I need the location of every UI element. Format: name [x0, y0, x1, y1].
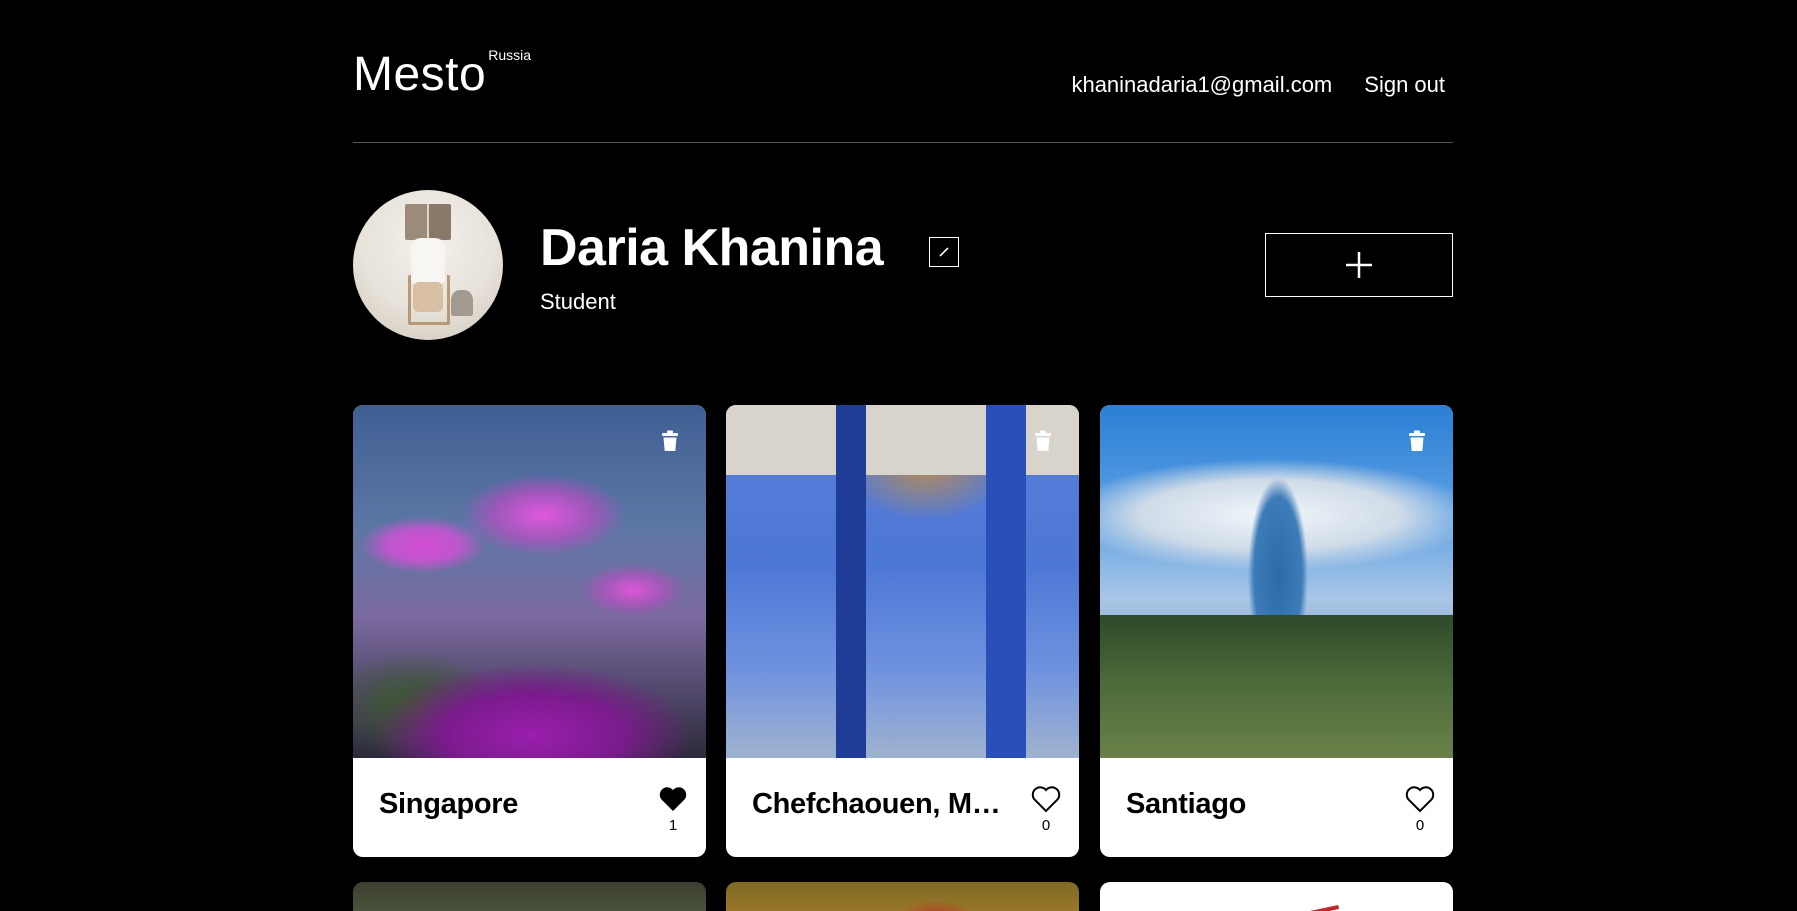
header-user-menu: khaninadaria1@gmail.com Sign out [1071, 72, 1445, 98]
avatar-chair [408, 275, 450, 325]
header: Mesto Russia khaninadaria1@gmail.com Sig… [353, 0, 1453, 143]
like-group: 0 [1029, 785, 1063, 834]
logo-text: Mesto [353, 48, 487, 101]
plus-icon [1346, 252, 1372, 278]
card: Chefchaouen, Morocco 0 [726, 405, 1079, 857]
card-image[interactable] [1100, 405, 1453, 758]
profile-about: Student [540, 289, 616, 314]
avatar-plant [451, 290, 473, 316]
page: Mesto Russia khaninadaria1@gmail.com Sig… [0, 0, 1797, 911]
card: Singapore 1 [353, 405, 706, 857]
edit-profile-button[interactable] [929, 237, 959, 267]
pencil-icon [939, 247, 949, 257]
like-group: 1 [656, 785, 690, 834]
trash-icon[interactable] [1405, 429, 1429, 453]
content-container: Mesto Russia khaninadaria1@gmail.com Sig… [353, 0, 1453, 911]
card-image[interactable] [353, 405, 706, 758]
card-footer: Santiago 0 [1100, 758, 1453, 857]
card: Santiago 0 [1100, 405, 1453, 857]
logo: Mesto Russia [353, 47, 531, 103]
trash-icon[interactable] [658, 429, 682, 453]
avatar[interactable] [353, 190, 503, 340]
avatar-book [405, 204, 451, 240]
card-title: Santiago [1126, 788, 1247, 820]
like-count: 0 [1041, 817, 1051, 834]
sign-out-link[interactable]: Sign out [1364, 72, 1445, 98]
card-peek[interactable] [1100, 882, 1453, 911]
profile: Daria Khanina Student [353, 190, 1453, 340]
heart-icon[interactable] [1031, 785, 1061, 813]
heart-icon[interactable] [1405, 785, 1435, 813]
add-card-button[interactable] [1265, 233, 1453, 297]
card-peek[interactable] [726, 882, 1079, 911]
card-title: Chefchaouen, Morocco [752, 788, 1002, 820]
user-email: khaninadaria1@gmail.com [1071, 72, 1333, 97]
card-image[interactable] [726, 405, 1079, 758]
card-title: Singapore [379, 788, 519, 820]
like-group: 0 [1403, 785, 1437, 834]
card-peek[interactable] [353, 882, 706, 911]
card-footer: Chefchaouen, Morocco 0 [726, 758, 1079, 857]
logo-subtitle: Russia [488, 47, 532, 63]
like-count: 1 [668, 817, 678, 834]
trash-icon[interactable] [1031, 429, 1055, 453]
card-peek-mark [1308, 905, 1342, 911]
card-footer: Singapore 1 [353, 758, 706, 857]
profile-name: Daria Khanina [540, 219, 884, 277]
like-count: 0 [1415, 817, 1425, 834]
heart-icon[interactable] [658, 785, 688, 813]
